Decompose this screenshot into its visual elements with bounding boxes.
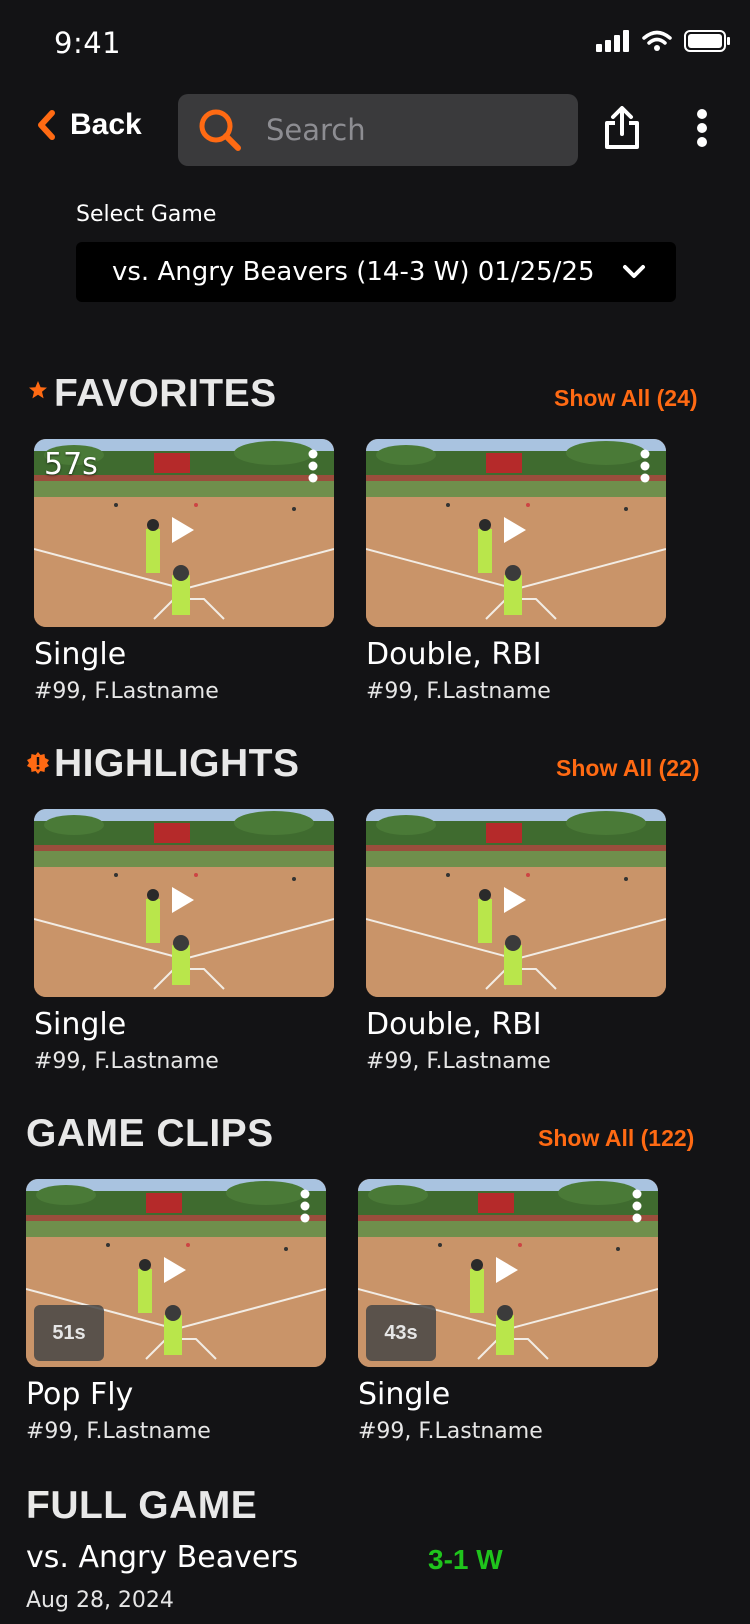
game-clip-card[interactable]: 51s Pop Fly #99, F.Lastname [26, 1179, 326, 1449]
search-input[interactable]: Search [178, 94, 578, 166]
favorites-show-all-link[interactable]: Show All (24) [554, 385, 698, 412]
back-label: Back [70, 108, 142, 141]
game-clip-card[interactable]: 43s Single #99, F.Lastname [358, 1179, 658, 1449]
status-icons [596, 30, 730, 52]
full-game-title: FULL GAME [26, 1484, 258, 1527]
clip-title: Pop Fly [26, 1377, 134, 1412]
game-clips-show-all-link[interactable]: Show All (122) [538, 1125, 694, 1152]
full-game-date: Aug 28, 2024 [26, 1588, 174, 1613]
highlights-title: HIGHLIGHTS [54, 742, 300, 785]
back-button[interactable]: Back [36, 108, 142, 142]
clip-duration-badge: 43s [366, 1305, 436, 1361]
kebab-menu-icon[interactable] [308, 449, 318, 483]
highlights-show-all-link[interactable]: Show All (22) [556, 755, 700, 782]
full-game-opponent[interactable]: vs. Angry Beavers [26, 1540, 298, 1575]
kebab-menu-icon[interactable] [632, 1189, 642, 1223]
play-icon [172, 517, 194, 543]
clip-player: #99, F.Lastname [34, 1049, 219, 1074]
play-icon [504, 517, 526, 543]
highlight-clip-card[interactable]: Double, RBI #99, F.Lastname [366, 809, 666, 1079]
clip-player: #99, F.Lastname [34, 679, 219, 704]
game-clips-title: GAME CLIPS [26, 1112, 274, 1155]
clip-player: #99, F.Lastname [366, 679, 551, 704]
chevron-left-icon [38, 110, 55, 140]
clip-title: Single [34, 1007, 127, 1042]
play-icon [164, 1257, 186, 1283]
kebab-menu-icon[interactable] [640, 449, 650, 483]
highlight-clip-card[interactable]: Single #99, F.Lastname [34, 809, 334, 1079]
selected-game-value: vs. Angry Beavers (14-3 W) 01/25/25 [112, 257, 595, 287]
clip-thumbnail[interactable] [366, 809, 666, 997]
highlight-badge-icon [27, 752, 49, 774]
clip-player: #99, F.Lastname [366, 1049, 551, 1074]
clip-title: Double, RBI [366, 637, 542, 672]
more-options-button[interactable] [696, 108, 708, 152]
share-icon [605, 106, 639, 149]
play-icon [504, 887, 526, 913]
clip-thumbnail[interactable]: 57s [34, 439, 334, 627]
clip-duration: 57s [44, 447, 98, 482]
game-select-dropdown[interactable]: vs. Angry Beavers (14-3 W) 01/25/25 [76, 242, 676, 302]
clip-thumbnail[interactable] [34, 809, 334, 997]
clip-title: Single [34, 637, 127, 672]
signal-icon [596, 30, 629, 52]
kebab-menu-icon [697, 109, 707, 147]
status-time: 9:41 [54, 26, 122, 60]
clip-thumbnail[interactable]: 43s [358, 1179, 658, 1367]
share-button[interactable] [604, 106, 640, 154]
play-icon [496, 1257, 518, 1283]
clip-title: Single [358, 1377, 451, 1412]
kebab-menu-icon[interactable] [300, 1189, 310, 1223]
play-icon [172, 887, 194, 913]
chevron-down-icon [623, 265, 645, 278]
wifi-icon [642, 30, 672, 51]
clip-player: #99, F.Lastname [358, 1419, 543, 1444]
search-placeholder: Search [266, 113, 366, 147]
full-game-result: 3-1 W [428, 1544, 503, 1575]
search-icon [199, 109, 241, 151]
select-game-label: Select Game [76, 202, 217, 227]
favorite-clip-card[interactable]: 57s Single #99, F.Lastname [34, 439, 334, 709]
clip-duration-badge: 51s [34, 1305, 104, 1361]
clip-player: #99, F.Lastname [26, 1419, 211, 1444]
clip-thumbnail[interactable] [366, 439, 666, 627]
clip-title: Double, RBI [366, 1007, 542, 1042]
star-icon [29, 381, 47, 399]
favorite-clip-card[interactable]: Double, RBI #99, F.Lastname [366, 439, 666, 709]
favorites-title: FAVORITES [54, 372, 277, 415]
clip-thumbnail[interactable]: 51s [26, 1179, 326, 1367]
battery-icon [684, 30, 730, 52]
